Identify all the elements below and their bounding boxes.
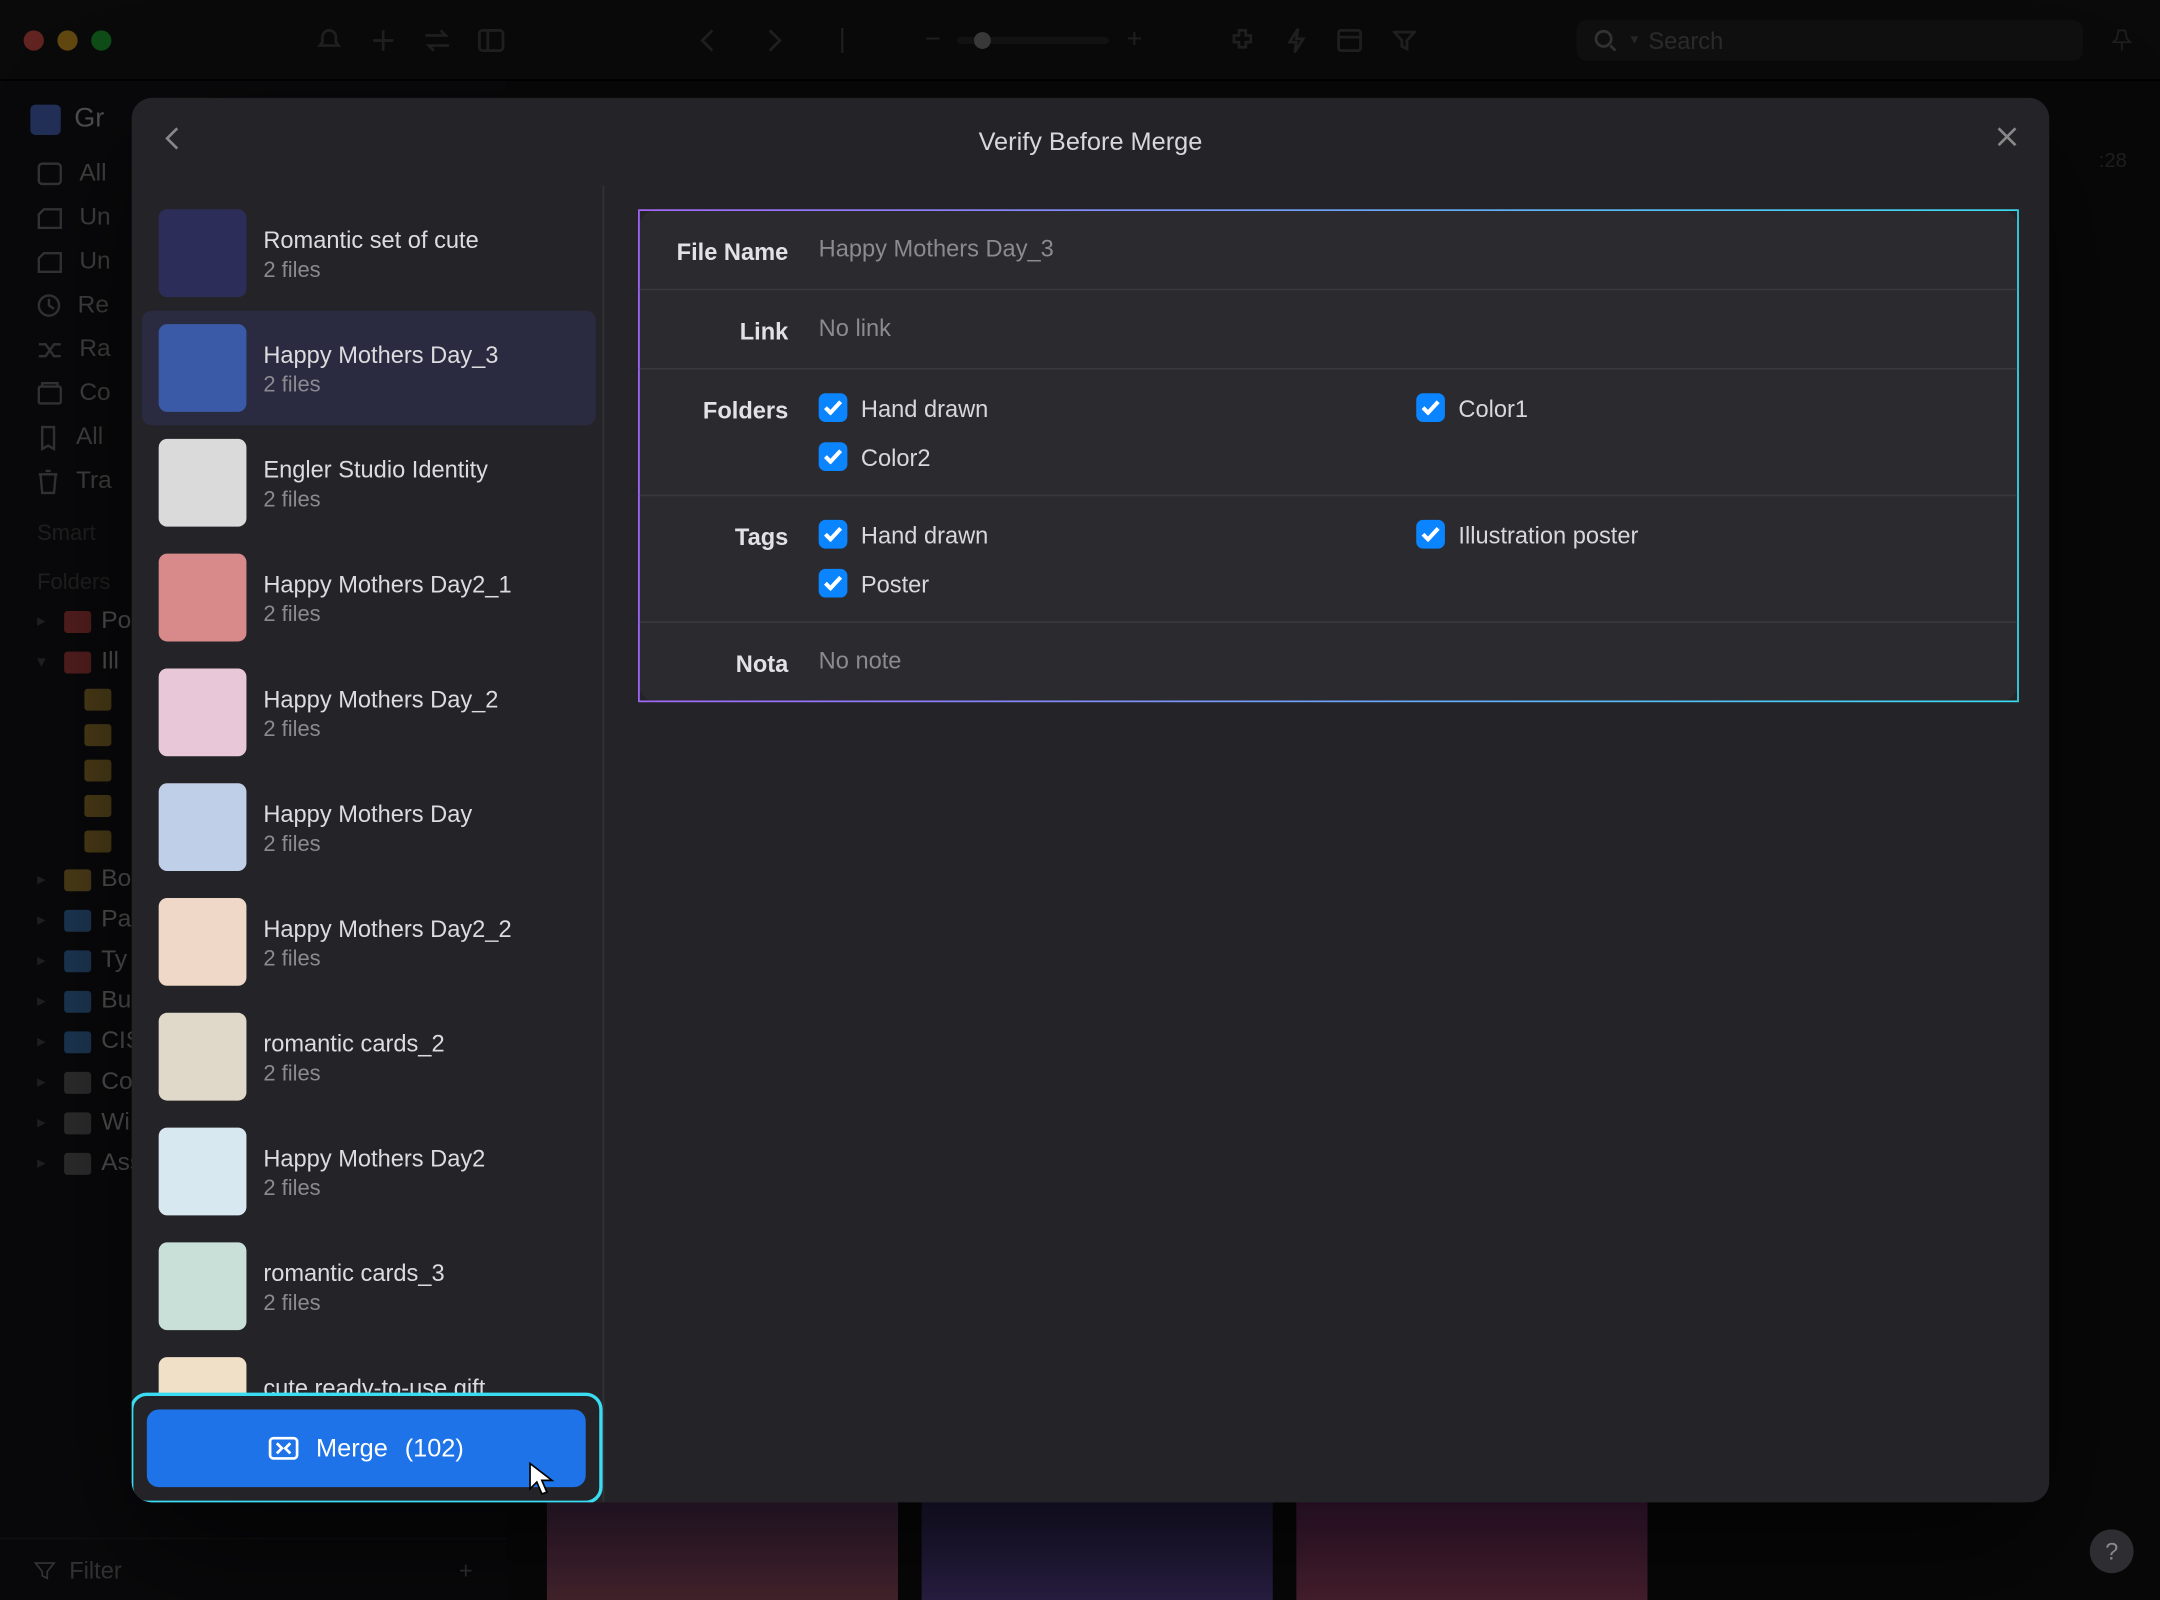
checkbox-label: Color1 — [1458, 394, 1528, 421]
merge-list-item[interactable]: Happy Mothers Day_22 files — [142, 655, 596, 770]
merge-list-item[interactable]: romantic cards_22 files — [142, 999, 596, 1114]
tags-label: Tags — [674, 520, 819, 550]
merge-list-item[interactable]: Romantic set of cute2 files — [142, 196, 596, 311]
modal-header: Verify Before Merge — [132, 98, 2050, 186]
checkbox-icon — [1416, 393, 1445, 422]
merge-list-item[interactable]: Happy Mothers Day2_12 files — [142, 540, 596, 655]
merge-button[interactable]: Merge (102) — [147, 1409, 586, 1487]
merge-list-item[interactable]: romantic cards_32 files — [142, 1229, 596, 1344]
link-value: No link — [819, 314, 1984, 341]
merge-list-item[interactable]: Happy Mothers Day2_22 files — [142, 885, 596, 1000]
merge-list-item[interactable]: Happy Mothers Day2 files — [142, 770, 596, 885]
help-button[interactable]: ? — [2090, 1529, 2134, 1573]
merge-button-count: (102) — [405, 1434, 464, 1463]
checkbox-option[interactable]: Color2 — [819, 442, 1386, 471]
checkbox-icon — [819, 520, 848, 549]
merge-footer: Merge (102) — [132, 1393, 603, 1503]
merge-candidate-list: Romantic set of cute2 filesHappy Mothers… — [132, 186, 605, 1503]
filename-value: Happy Mothers Day_3 — [819, 235, 1984, 262]
checkbox-icon — [1416, 520, 1445, 549]
checkbox-option[interactable]: Illustration poster — [1416, 520, 1983, 549]
checkbox-icon — [819, 393, 848, 422]
modal-close-button[interactable] — [1995, 125, 2019, 155]
checkbox-label: Hand drawn — [861, 394, 988, 421]
checkbox-option[interactable]: Hand drawn — [819, 393, 1386, 422]
modal-back-button[interactable] — [162, 125, 182, 159]
merge-detail-area: File Name Happy Mothers Day_3 Link No li… — [604, 186, 2049, 1503]
checkbox-option[interactable]: Color1 — [1416, 393, 1983, 422]
merge-list-item[interactable]: Happy Mothers Day_32 files — [142, 311, 596, 426]
checkbox-icon — [819, 569, 848, 598]
detail-panel: File Name Happy Mothers Day_3 Link No li… — [638, 209, 2019, 702]
merge-modal: Verify Before Merge Romantic set of cute… — [132, 98, 2050, 1502]
folders-label: Folders — [674, 393, 819, 423]
filename-label: File Name — [674, 235, 819, 265]
checkbox-label: Illustration poster — [1458, 521, 1638, 548]
checkbox-option[interactable]: Poster — [819, 569, 1386, 598]
link-label: Link — [674, 314, 819, 344]
note-label: Nota — [674, 647, 819, 677]
merge-list-item[interactable]: Happy Mothers Day22 files — [142, 1114, 596, 1229]
checkbox-icon — [819, 442, 848, 471]
checkbox-label: Color2 — [861, 443, 931, 470]
note-value: No note — [819, 647, 1984, 674]
modal-title: Verify Before Merge — [979, 127, 1203, 156]
merge-button-label: Merge — [316, 1434, 388, 1463]
checkbox-label: Poster — [861, 570, 929, 597]
merge-list-item[interactable]: Engler Studio Identity2 files — [142, 425, 596, 540]
checkbox-option[interactable]: Hand drawn — [819, 520, 1386, 549]
checkbox-label: Hand drawn — [861, 521, 988, 548]
